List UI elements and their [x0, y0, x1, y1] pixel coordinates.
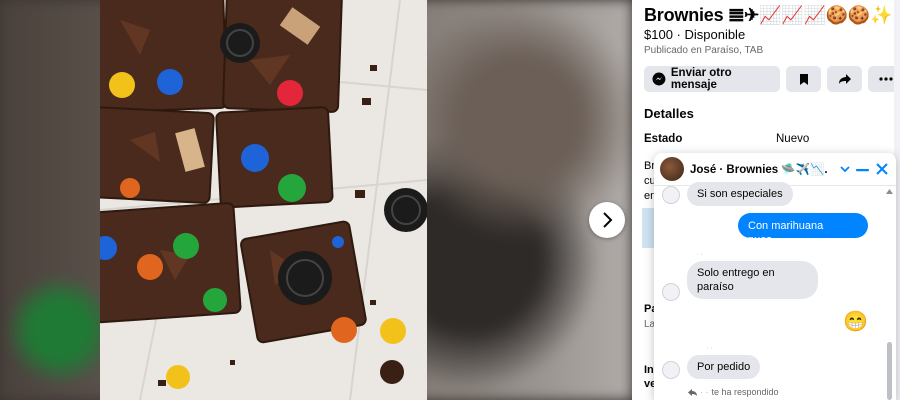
listing-actions: Enviar otro mensaje — [644, 66, 894, 92]
condition-label: Estado — [644, 133, 683, 145]
chevron-right-icon — [603, 212, 613, 228]
bookmark-icon — [799, 73, 808, 85]
save-button[interactable] — [786, 66, 821, 92]
more-options-button[interactable] — [868, 66, 894, 92]
condition-value: Nuevo — [776, 133, 810, 145]
chat-title[interactable]: José · Brownies 🛸✈️📉... — [690, 162, 828, 176]
sender-avatar — [662, 283, 680, 301]
listing-title: Brownies 𝌆✈📈📈📈🍪🍪✨✨ — [644, 5, 894, 25]
send-message-button[interactable]: Enviar otro mensaje — [644, 66, 780, 92]
minimize-icon[interactable] — [856, 169, 869, 172]
message-bubble: Solo entrego en paraíso — [687, 261, 818, 299]
reply-indicator: · · te ha respondido — [688, 387, 779, 397]
timestamp: · · — [706, 345, 713, 352]
message-bubble: Con marihuana pues... — [738, 213, 868, 246]
message-bubble: Por pedido — [687, 355, 761, 379]
more-icon — [878, 77, 893, 81]
reply-note: te ha respondido — [711, 387, 779, 397]
messenger-icon — [652, 72, 666, 86]
close-icon[interactable] — [876, 163, 888, 175]
media-viewer — [0, 0, 632, 400]
details-heading: Detalles — [644, 106, 694, 121]
avatar[interactable] — [660, 157, 684, 181]
send-message-label: Enviar otro mensaje — [670, 67, 732, 91]
section-peek-3: In — [644, 364, 654, 376]
timestamp: · · — [696, 251, 703, 258]
scrollbar-thumb[interactable] — [887, 342, 892, 400]
listing-price-status: $100 · Disponible — [644, 27, 746, 42]
message-bubble: Si son especiales — [687, 182, 793, 206]
emoji-message: 😁 — [843, 311, 868, 333]
sender-avatar — [662, 186, 680, 204]
sender-avatar — [662, 361, 680, 379]
chevron-down-icon[interactable] — [840, 166, 850, 173]
chat-window: José · Brownies 🛸✈️📉... Si son especiale… — [654, 153, 896, 400]
reply-icon — [688, 388, 697, 396]
listing-location: Publicado en Paraíso, TAB — [644, 45, 764, 56]
listing-photo — [100, 0, 427, 400]
share-button[interactable] — [827, 66, 862, 92]
share-icon — [838, 74, 851, 84]
chat-scrollbar[interactable] — [886, 187, 894, 400]
next-photo-button[interactable] — [589, 202, 625, 238]
scroll-up-icon[interactable] — [886, 189, 893, 194]
